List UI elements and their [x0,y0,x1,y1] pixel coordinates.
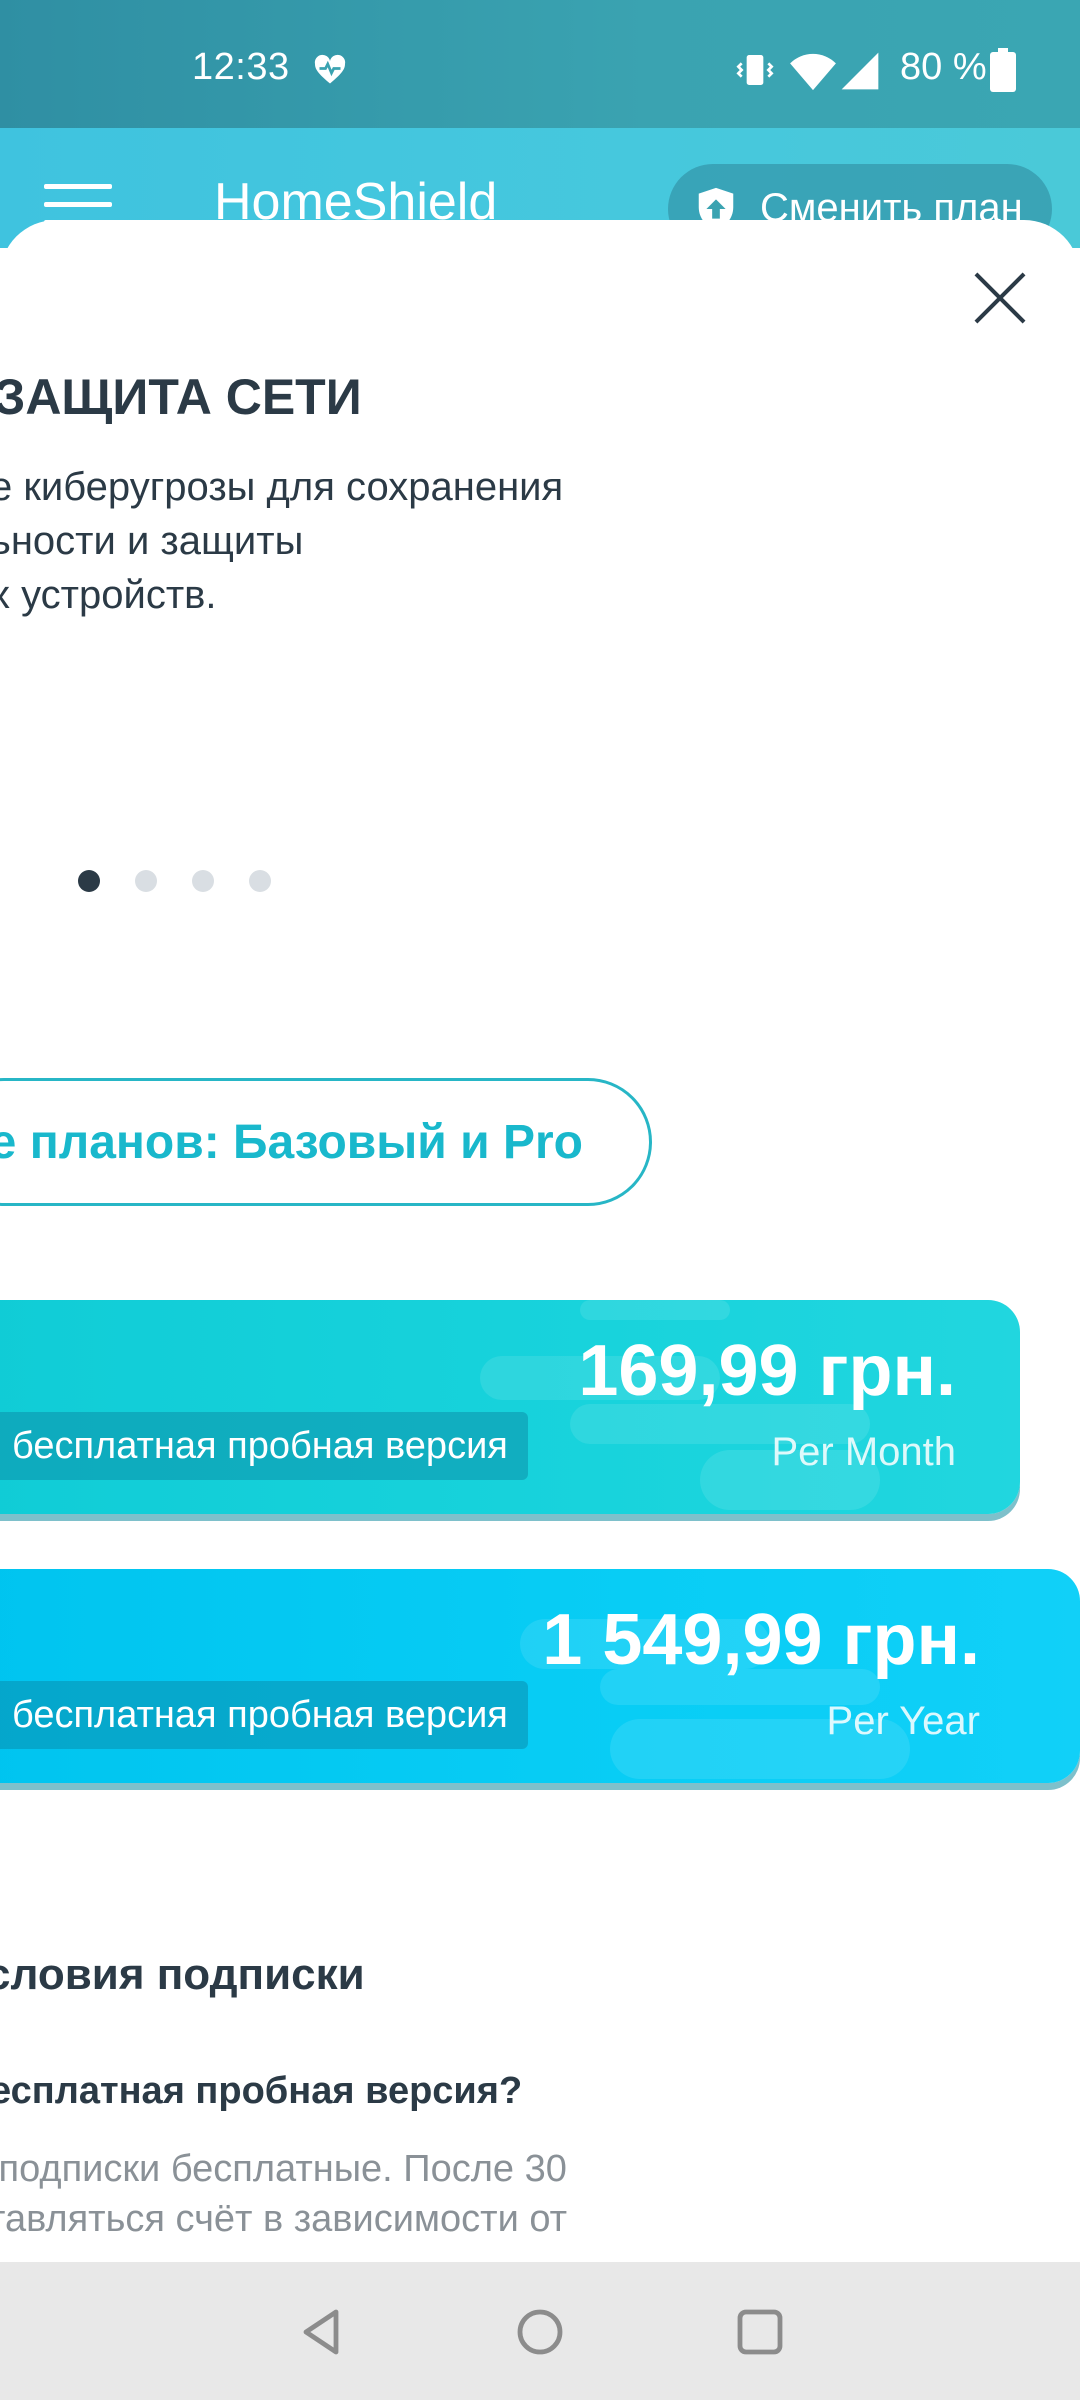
cell-signal-icon [841,52,879,90]
battery-icon [990,48,1016,92]
faq-question[interactable]: есплатная пробная версия? [0,2070,522,2113]
subscription-terms-title: словия подписки [0,1950,365,1999]
close-icon[interactable] [972,270,1028,326]
trial-badge: бесплатная пробная версия [0,1412,528,1480]
back-icon[interactable] [296,2306,348,2358]
plans-sheet: ЗАЩИТА СЕТИ е киберугрозы для сохранения… [0,220,1080,2260]
price-amount: 1 549,99 грн. [542,1600,980,1680]
price-period: Per Month [771,1430,956,1474]
carousel-dot[interactable] [249,870,271,892]
heart-health-icon [314,54,346,84]
status-bar: 12:33 80 % [0,0,1080,128]
carousel-dot[interactable] [78,870,100,892]
system-navigation-bar [0,2262,1080,2400]
trial-badge: бесплатная пробная версия [0,1681,528,1749]
plan-card-monthly[interactable]: бесплатная пробная версия 169,99 грн. Pe… [0,1300,1020,1514]
battery-percent: 80 % [900,46,987,88]
slide-title: ЗАЩИТА СЕТИ [0,369,362,425]
status-time: 12:33 [192,46,290,88]
carousel-dot[interactable] [192,870,214,892]
carousel-dot[interactable] [135,870,157,892]
faq-answer: подписки бесплатные. После 30 тавляться … [0,2148,568,2260]
slide-description: е киберугрозы для сохранения ьности и за… [0,465,564,617]
plan-card-yearly[interactable]: бесплатная пробная версия 1 549,99 грн. … [0,1569,1080,1783]
price-period: Per Year [826,1699,980,1743]
compare-plans-label: е планов: Базовый и Pro [0,1116,583,1169]
vibrate-icon [736,55,774,85]
wifi-icon [790,53,836,91]
compare-plans-button[interactable]: е планов: Базовый и Pro [0,1078,652,1206]
recents-icon[interactable] [734,2306,786,2358]
price-amount: 169,99 грн. [578,1331,956,1411]
home-icon[interactable] [514,2306,566,2358]
